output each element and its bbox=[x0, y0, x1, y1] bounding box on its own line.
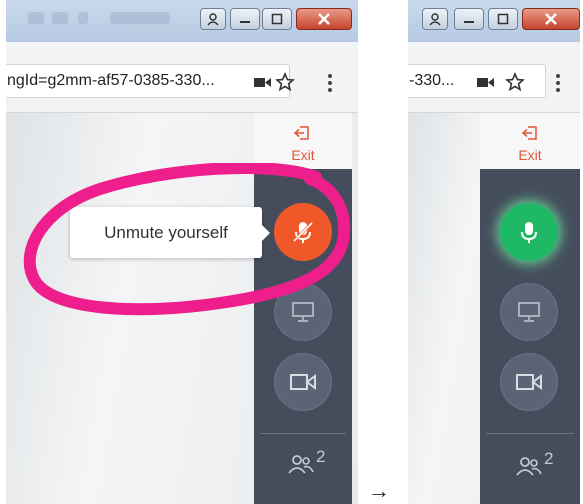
sidebar-divider bbox=[260, 433, 346, 434]
minimize-icon bbox=[240, 21, 250, 23]
close-button[interactable] bbox=[296, 8, 352, 30]
exit-label: Exit bbox=[291, 147, 315, 163]
maximize-button[interactable] bbox=[488, 8, 518, 30]
sidebar-divider bbox=[486, 433, 574, 434]
close-icon bbox=[545, 13, 557, 25]
close-button[interactable] bbox=[522, 8, 580, 30]
controls-sidebar: Exit 2 bbox=[480, 113, 580, 504]
titlebar-blur bbox=[28, 12, 44, 24]
screen-share-icon bbox=[292, 302, 314, 322]
camera-icon[interactable] bbox=[254, 77, 272, 88]
minimize-button[interactable] bbox=[454, 8, 484, 30]
controls-sidebar: Exit 2 bbox=[254, 113, 352, 504]
participants-button[interactable]: 2 bbox=[516, 449, 553, 477]
transition-arrow: → bbox=[368, 478, 390, 503]
tooltip-text: Unmute yourself bbox=[104, 222, 228, 242]
video-camera-icon bbox=[290, 374, 316, 390]
kebab-menu-icon[interactable] bbox=[328, 74, 332, 95]
kebab-menu-icon[interactable] bbox=[556, 74, 560, 95]
user-button[interactable] bbox=[200, 8, 226, 30]
participants-icon bbox=[516, 457, 542, 476]
star-icon[interactable] bbox=[275, 72, 295, 92]
video-camera-icon bbox=[516, 374, 542, 390]
close-icon bbox=[318, 13, 330, 25]
unmute-tooltip: Unmute yourself bbox=[70, 207, 270, 258]
address-bar[interactable]: ngId=g2mm-af57-0385-330... bbox=[6, 64, 295, 98]
screen-share-button[interactable] bbox=[274, 283, 332, 341]
screenshot-after: -330... Exit 2 bbox=[408, 0, 580, 504]
exit-icon bbox=[522, 126, 537, 140]
exit-icon bbox=[294, 126, 309, 140]
microphone-muted-icon bbox=[292, 221, 314, 243]
meeting-view: Exit 2 Unmute yourself bbox=[6, 113, 358, 504]
exit-label: Exit bbox=[518, 147, 542, 163]
titlebar-blur bbox=[110, 12, 170, 24]
browser-toolbar: -330... bbox=[408, 42, 580, 113]
microphone-icon bbox=[521, 222, 537, 243]
unmute-button[interactable] bbox=[274, 203, 332, 261]
video-button[interactable] bbox=[500, 353, 558, 411]
minimize-icon bbox=[464, 21, 474, 23]
star-icon[interactable] bbox=[505, 72, 525, 92]
maximize-icon bbox=[271, 13, 283, 25]
url-text: -330... bbox=[409, 72, 455, 89]
participant-count: 2 bbox=[316, 447, 326, 466]
maximize-icon bbox=[497, 13, 509, 25]
mute-button[interactable] bbox=[500, 203, 558, 261]
browser-toolbar: ngId=g2mm-af57-0385-330... bbox=[6, 42, 358, 113]
titlebar-blur bbox=[52, 12, 68, 24]
screen-share-button[interactable] bbox=[500, 283, 558, 341]
participant-count: 2 bbox=[544, 449, 554, 468]
exit-button[interactable]: Exit bbox=[254, 113, 352, 169]
window-titlebar bbox=[6, 0, 358, 42]
window-titlebar bbox=[408, 0, 580, 42]
exit-button[interactable]: Exit bbox=[480, 113, 580, 169]
meeting-view: Exit 2 bbox=[408, 113, 580, 504]
address-bar[interactable]: -330... bbox=[408, 64, 546, 98]
video-button[interactable] bbox=[274, 353, 332, 411]
titlebar-blur bbox=[78, 12, 88, 24]
url-text: ngId=g2mm-af57-0385-330... bbox=[7, 72, 215, 89]
screenshot-before: ngId=g2mm-af57-0385-330... Exit 2 Unmute… bbox=[6, 0, 358, 504]
screen-share-icon bbox=[518, 302, 540, 322]
user-button[interactable] bbox=[422, 8, 448, 30]
participants-button[interactable]: 2 bbox=[288, 447, 325, 475]
participants-icon bbox=[288, 455, 314, 474]
user-icon bbox=[429, 13, 441, 26]
user-icon bbox=[207, 13, 219, 26]
maximize-button[interactable] bbox=[262, 8, 292, 30]
camera-icon[interactable] bbox=[477, 77, 495, 88]
minimize-button[interactable] bbox=[230, 8, 260, 30]
